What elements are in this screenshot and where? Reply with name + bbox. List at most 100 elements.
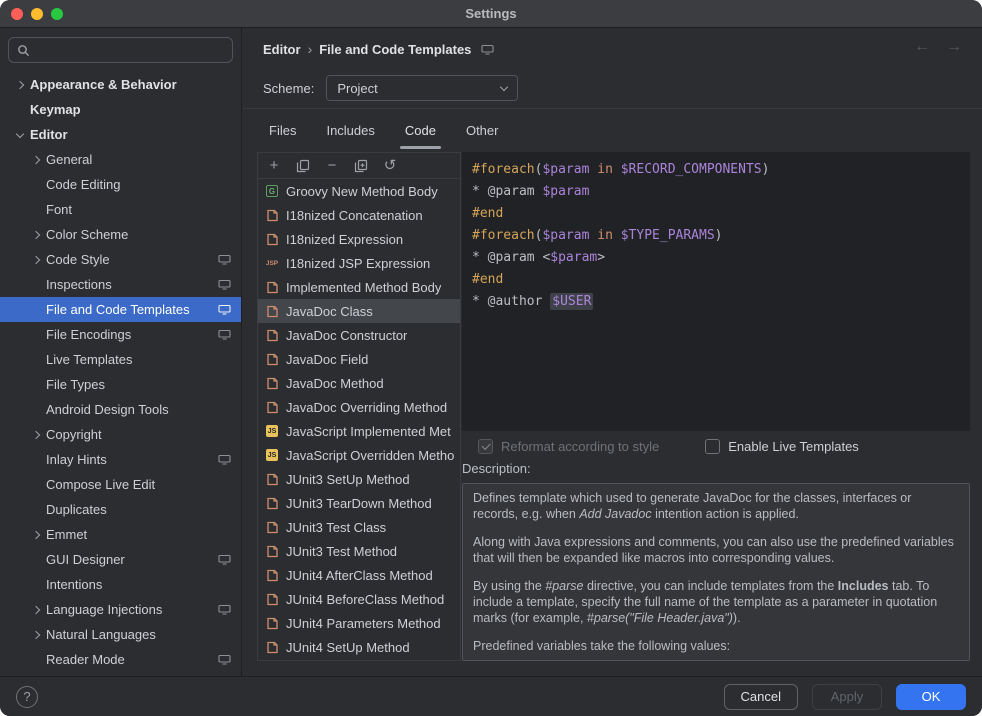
template-item-junit3-test-method[interactable]: JUnit3 Test Method	[258, 539, 460, 563]
template-item-junit4-parameters-method[interactable]: JUnit4 Parameters Method	[258, 611, 460, 635]
template-item-groovy-new-method-body[interactable]: GGroovy New Method Body	[258, 179, 460, 203]
tree-item-file-types[interactable]: File Types	[0, 372, 241, 397]
template-item-junit4-afterclass-method[interactable]: JUnit4 AfterClass Method	[258, 563, 460, 587]
tab-files[interactable]: Files	[259, 115, 306, 149]
template-item-i18nized-expression[interactable]: I18nized Expression	[258, 227, 460, 251]
template-item-label: JavaDoc Field	[286, 352, 368, 367]
tab-includes[interactable]: Includes	[316, 115, 384, 149]
template-file-icon	[264, 231, 280, 247]
minimize-window-button[interactable]	[31, 8, 43, 20]
tree-item-label: Emmet	[46, 527, 87, 542]
tree-item-android-design-tools[interactable]: Android Design Tools	[0, 397, 241, 422]
reformat-checkbox[interactable]: Reformat according to style	[478, 439, 659, 454]
tree-item-intentions[interactable]: Intentions	[0, 572, 241, 597]
tree-item-keymap[interactable]: Keymap	[0, 97, 241, 122]
tree-item-code-style[interactable]: Code Style	[0, 247, 241, 272]
help-button[interactable]: ?	[16, 686, 38, 708]
add-template-button[interactable]: +	[266, 158, 282, 174]
tree-item-copyright[interactable]: Copyright	[0, 422, 241, 447]
tree-item-label: File and Code Templates	[46, 302, 190, 317]
breadcrumb-editor[interactable]: Editor	[263, 42, 301, 57]
settings-search-field[interactable]	[8, 37, 233, 63]
ok-button[interactable]: OK	[896, 684, 966, 710]
template-list: GGroovy New Method BodyI18nized Concaten…	[258, 179, 460, 660]
copy-template-button[interactable]	[295, 158, 311, 174]
template-item-junit4-setup-method[interactable]: JUnit4 SetUp Method	[258, 635, 460, 659]
tree-item-language-injections[interactable]: Language Injections	[0, 597, 241, 622]
per-project-settings-icon	[481, 44, 494, 55]
tree-item-font[interactable]: Font	[0, 197, 241, 222]
template-item-javadoc-overriding-method[interactable]: JavaDoc Overriding Method	[258, 395, 460, 419]
tree-item-code-editing[interactable]: Code Editing	[0, 172, 241, 197]
template-file-icon	[264, 327, 280, 343]
template-item-junit3-test-class[interactable]: JUnit3 Test Class	[258, 515, 460, 539]
description-paragraph: Defines template which used to generate …	[473, 490, 959, 522]
scheme-dropdown[interactable]: Project	[326, 75, 518, 101]
template-file-icon	[264, 519, 280, 535]
chevron-right-icon[interactable]	[26, 157, 46, 163]
template-item-i18nized-jsp-expression[interactable]: JSPI18nized JSP Expression	[258, 251, 460, 275]
tree-item-inspections[interactable]: Inspections	[0, 272, 241, 297]
reset-template-button[interactable]: ↺	[382, 158, 398, 174]
template-item-javadoc-constructor[interactable]: JavaDoc Constructor	[258, 323, 460, 347]
back-button[interactable]: ←	[914, 38, 930, 56]
template-item-junit3-teardown-method[interactable]: JUnit3 TearDown Method	[258, 491, 460, 515]
chevron-right-icon[interactable]	[10, 82, 30, 88]
chevron-right-icon[interactable]	[26, 607, 46, 613]
template-item-javascript-implemented-met[interactable]: JSJavaScript Implemented Met	[258, 419, 460, 443]
tree-item-reader-mode[interactable]: Reader Mode	[0, 647, 241, 672]
tree-item-duplicates[interactable]: Duplicates	[0, 497, 241, 522]
tab-other[interactable]: Other	[456, 115, 509, 149]
template-item-i18nized-concatenation[interactable]: I18nized Concatenation	[258, 203, 460, 227]
fullscreen-window-button[interactable]	[51, 8, 63, 20]
tree-item-color-scheme[interactable]: Color Scheme	[0, 222, 241, 247]
tree-item-natural-languages[interactable]: Natural Languages	[0, 622, 241, 647]
tree-item-label: Live Templates	[46, 352, 132, 367]
chevron-right-icon[interactable]	[26, 432, 46, 438]
duplicate-template-button[interactable]	[353, 158, 369, 174]
cancel-button[interactable]: Cancel	[724, 684, 798, 710]
template-file-icon	[264, 399, 280, 415]
template-item-implemented-method-body[interactable]: Implemented Method Body	[258, 275, 460, 299]
tree-item-label: Appearance & Behavior	[30, 77, 177, 92]
template-code-editor[interactable]: #foreach($param in $RECORD_COMPONENTS) *…	[462, 152, 970, 431]
chevron-right-icon[interactable]	[26, 232, 46, 238]
close-window-button[interactable]	[11, 8, 23, 20]
tree-item-appearance-behavior[interactable]: Appearance & Behavior	[0, 72, 241, 97]
tree-item-label: Code Style	[46, 252, 110, 267]
tab-code[interactable]: Code	[395, 115, 446, 149]
template-item-javadoc-field[interactable]: JavaDoc Field	[258, 347, 460, 371]
tree-item-inlay-hints[interactable]: Inlay Hints	[0, 447, 241, 472]
enable-live-templates-checkbox[interactable]: Enable Live Templates	[705, 439, 859, 454]
template-item-junit3-setup-method[interactable]: JUnit3 SetUp Method	[258, 467, 460, 491]
template-file-icon	[264, 207, 280, 223]
remove-template-button[interactable]: −	[324, 158, 340, 174]
template-item-javadoc-class[interactable]: JavaDoc Class	[258, 299, 460, 323]
tree-item-gui-designer[interactable]: GUI Designer	[0, 547, 241, 572]
template-file-icon	[264, 495, 280, 511]
tree-item-label: Language Injections	[46, 602, 162, 617]
chevron-right-icon[interactable]	[26, 257, 46, 263]
template-item-javadoc-method[interactable]: JavaDoc Method	[258, 371, 460, 395]
tree-item-label: Duplicates	[46, 502, 107, 517]
template-item-junit4-beforeclass-method[interactable]: JUnit4 BeforeClass Method	[258, 587, 460, 611]
apply-button[interactable]: Apply	[812, 684, 882, 710]
code-line: #end	[472, 269, 960, 291]
scheme-row: Scheme: Project	[263, 75, 518, 101]
chevron-right-icon[interactable]	[26, 632, 46, 638]
description-box[interactable]: Defines template which used to generate …	[462, 483, 970, 661]
search-input[interactable]	[36, 43, 224, 58]
tree-item-emmet[interactable]: Emmet	[0, 522, 241, 547]
titlebar: Settings	[0, 0, 982, 28]
forward-button[interactable]: →	[946, 38, 962, 56]
tree-item-live-templates[interactable]: Live Templates	[0, 347, 241, 372]
tree-item-compose-live-edit[interactable]: Compose Live Edit	[0, 472, 241, 497]
code-line: #foreach($param in $RECORD_COMPONENTS)	[472, 159, 960, 181]
tree-item-file-and-code-templates[interactable]: File and Code Templates	[0, 297, 241, 322]
tree-item-general[interactable]: General	[0, 147, 241, 172]
tree-item-file-encodings[interactable]: File Encodings	[0, 322, 241, 347]
chevron-right-icon[interactable]	[26, 532, 46, 538]
tree-item-editor[interactable]: Editor	[0, 122, 241, 147]
chevron-down-icon[interactable]	[10, 133, 30, 137]
template-item-javascript-overridden-metho[interactable]: JSJavaScript Overridden Metho	[258, 443, 460, 467]
